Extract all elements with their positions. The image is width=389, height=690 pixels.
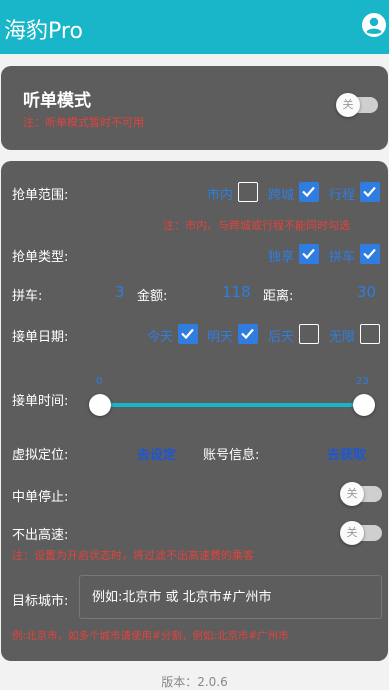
amount-value[interactable]: 118 [222, 283, 251, 301]
range-label: 抢单范围: [12, 188, 69, 203]
date-option-today-label: 今天 [147, 330, 174, 345]
type-option-exclusive-label: 独享 [268, 250, 295, 265]
toggle-thumb: 关 [336, 93, 360, 117]
range-option-trip-checkbox[interactable] [360, 182, 380, 202]
toggle-thumb: 关 [340, 482, 364, 506]
check-icon [241, 328, 254, 340]
range-note: 注：市内、与跨城或行程不能同时勾选 [163, 219, 350, 232]
time-slider-end-thumb[interactable] [353, 394, 375, 416]
carpool-value[interactable]: 3 [115, 283, 125, 301]
distance-label: 距离: [263, 289, 294, 304]
check-icon [181, 328, 194, 340]
highway-toggle[interactable]: 关 [340, 521, 382, 545]
range-option-city-checkbox[interactable] [238, 182, 258, 202]
target-city-label: 目标城市: [12, 594, 69, 609]
carpool-label: 拼车: [12, 289, 43, 304]
date-option-unlimited-checkbox[interactable] [360, 324, 380, 344]
version-text: 版本：2.0.6 [161, 675, 228, 689]
amount-label: 金额: [137, 289, 168, 304]
type-option-carpool-checkbox[interactable] [360, 244, 380, 264]
type-label: 抢单类型: [12, 250, 69, 265]
range-option-intercity-label: 跨城 [268, 188, 295, 203]
distance-value[interactable]: 30 [357, 283, 376, 301]
target-city-note: 例:北京市，如多个城市请使用#分割，例如:北京市#广州市 [12, 630, 289, 642]
time-min-label: 0 [96, 376, 103, 387]
range-option-intercity-checkbox[interactable] [299, 182, 319, 202]
check-icon [302, 186, 315, 198]
time-label: 接单时间: [12, 394, 69, 409]
range-option-trip-label: 行程 [329, 188, 356, 203]
highway-label: 不出高速: [12, 528, 69, 543]
range-option-city-label: 市内 [207, 188, 234, 203]
app-bar: 海豹Pro [0, 0, 389, 54]
check-icon [363, 186, 376, 198]
account-fetch-link[interactable]: 去获取 [327, 444, 366, 463]
listen-mode-title: 听单模式 [23, 91, 91, 111]
date-option-dayafter-checkbox[interactable] [299, 324, 319, 344]
time-slider-start-thumb[interactable] [89, 394, 111, 416]
date-option-dayafter-label: 后天 [268, 330, 295, 345]
type-option-exclusive-checkbox[interactable] [299, 244, 319, 264]
time-slider-track[interactable] [99, 403, 364, 407]
date-option-unlimited-label: 无限 [329, 330, 356, 345]
check-icon [363, 248, 376, 260]
date-option-tomorrow-label: 明天 [207, 330, 234, 345]
toggle-thumb: 关 [340, 521, 364, 545]
listen-mode-note: 注：听单模式暂时不可用 [23, 116, 144, 129]
highway-note: 注：设置为开启状态时，将过滤不出高速费的乘客 [12, 549, 254, 562]
date-option-today-checkbox[interactable] [178, 324, 198, 344]
date-option-tomorrow-checkbox[interactable] [238, 324, 258, 344]
location-set-link[interactable]: 去设定 [137, 444, 176, 463]
listen-mode-toggle[interactable]: 关 [336, 93, 378, 117]
type-option-carpool-label: 拼车 [329, 250, 356, 265]
time-max-label: 23 [356, 376, 369, 387]
app-title: 海豹Pro [4, 19, 83, 44]
account-label: 账号信息: [203, 448, 260, 463]
account-icon[interactable] [361, 12, 387, 38]
location-label: 虚拟定位: [12, 448, 69, 463]
check-icon [302, 248, 315, 260]
midstop-toggle[interactable]: 关 [340, 482, 382, 506]
date-label: 接单日期: [12, 330, 69, 345]
target-city-input[interactable] [79, 575, 382, 619]
midstop-label: 中单停止: [12, 490, 69, 505]
